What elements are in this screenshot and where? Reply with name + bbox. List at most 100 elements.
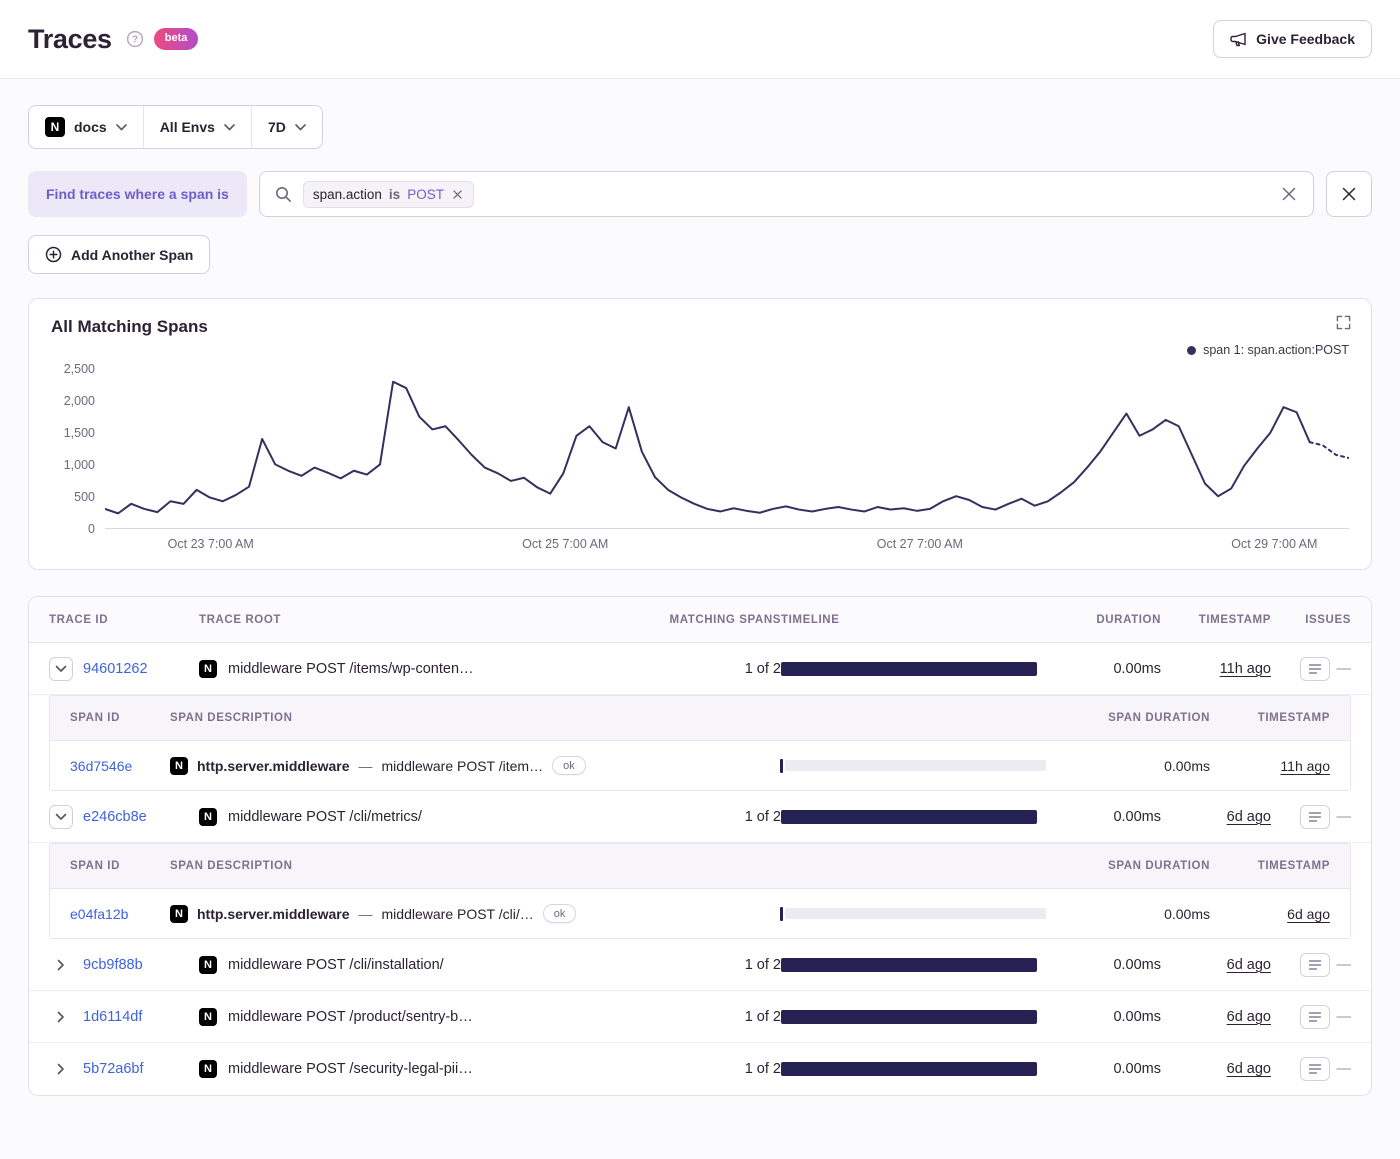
duration-value: 0.00ms bbox=[1113, 660, 1161, 677]
trace-root-text: middleware POST /security-legal-pii… bbox=[228, 1061, 473, 1077]
y-axis: 2,500 2,000 1,500 1,000 500 0 bbox=[63, 362, 95, 536]
duration-value: 0.00ms bbox=[1113, 1008, 1161, 1025]
span-timestamp-value[interactable]: 6d ago bbox=[1287, 906, 1330, 922]
span-duration-value: 0.00ms bbox=[1164, 905, 1210, 922]
chevron-down-icon bbox=[295, 123, 306, 131]
timestamp-value[interactable]: 6d ago bbox=[1227, 1009, 1271, 1025]
sub-col-header-span-id: SPAN ID bbox=[70, 712, 120, 724]
separator-dash: — bbox=[358, 757, 373, 774]
trace-id-link[interactable]: 5b72a6bf bbox=[83, 1061, 143, 1077]
span-status-badge: ok bbox=[542, 904, 577, 923]
chart-title: All Matching Spans bbox=[51, 317, 208, 336]
issues-icon[interactable] bbox=[1299, 1004, 1330, 1029]
table-row[interactable]: e246cb8e N middleware POST /cli/metrics/… bbox=[29, 791, 1371, 843]
issues-count-dash: — bbox=[1336, 1008, 1352, 1025]
token-value: POST bbox=[407, 186, 444, 202]
trace-root-text: middleware POST /product/sentry-b… bbox=[228, 1008, 473, 1025]
span-timestamp-value[interactable]: 11h ago bbox=[1280, 758, 1330, 774]
page-title: Traces bbox=[28, 23, 112, 54]
project-filter-dropdown[interactable]: N docs bbox=[29, 106, 143, 148]
page-content: N docs All Envs 7D Find traces where a s… bbox=[0, 79, 1400, 1136]
project-logo-icon: N bbox=[199, 1007, 217, 1026]
issues-icon[interactable] bbox=[1299, 1057, 1330, 1081]
app-header: Traces ? beta Give Feedback bbox=[0, 0, 1400, 79]
span-id-link[interactable]: 36d7546e bbox=[70, 758, 132, 774]
date-range-dropdown[interactable]: 7D bbox=[250, 106, 322, 148]
project-logo-icon: N bbox=[170, 756, 188, 775]
trace-root-text: middleware POST /cli/metrics/ bbox=[228, 808, 422, 825]
matching-spans-value: 1 of 2 bbox=[744, 1008, 781, 1025]
expand-chevron-button[interactable] bbox=[49, 953, 73, 977]
trace-id-link[interactable]: e246cb8e bbox=[83, 809, 147, 825]
traces-table-panel: TRACE ID TRACE ROOT MATCHING SPANS TIMEL… bbox=[28, 596, 1372, 1096]
give-feedback-button[interactable]: Give Feedback bbox=[1213, 20, 1372, 58]
span-op: http.server.middleware bbox=[197, 905, 350, 922]
sub-col-header-timestamp: TIMESTAMP bbox=[1257, 712, 1330, 724]
timeline-bar[interactable] bbox=[781, 1009, 1037, 1024]
span-subtable: SPAN ID SPAN DESCRIPTION SPAN DURATION T… bbox=[49, 695, 1351, 791]
chevron-down-icon bbox=[224, 123, 235, 131]
chart-legend[interactable]: span 1: span.action:POST bbox=[1187, 343, 1349, 357]
span-op: http.server.middleware bbox=[197, 757, 350, 774]
expand-chevron-button[interactable] bbox=[49, 1005, 73, 1029]
span-subtable-header: SPAN ID SPAN DESCRIPTION SPAN DURATION T… bbox=[50, 844, 1350, 888]
span-timeline-tick bbox=[780, 906, 783, 921]
environment-filter-dropdown[interactable]: All Envs bbox=[142, 106, 251, 148]
span-row[interactable]: e04fa12b N http.server.middleware — midd… bbox=[50, 888, 1350, 938]
date-range-label: 7D bbox=[267, 119, 286, 135]
token-remove-icon[interactable] bbox=[451, 188, 464, 201]
add-another-span-label: Add Another Span bbox=[71, 246, 194, 263]
timestamp-value[interactable]: 6d ago bbox=[1227, 1061, 1271, 1077]
project-logo-icon: N bbox=[170, 904, 188, 923]
table-row[interactable]: 1d6114df N middleware POST /product/sent… bbox=[29, 991, 1371, 1043]
span-search-input[interactable]: span.action is POST bbox=[258, 171, 1314, 217]
col-header-trace-id: TRACE ID bbox=[49, 613, 109, 626]
timeline-bar[interactable] bbox=[781, 809, 1037, 824]
expand-chevron-button[interactable] bbox=[49, 656, 73, 681]
col-header-issues: ISSUES bbox=[1305, 613, 1351, 626]
trace-table-body: 94601262 N middleware POST /items/wp-con… bbox=[29, 643, 1371, 1095]
col-header-timestamp: TIMESTAMP bbox=[1198, 613, 1271, 626]
add-another-span-button[interactable]: Add Another Span bbox=[28, 235, 211, 274]
issues-count-dash: — bbox=[1336, 956, 1352, 973]
search-icon bbox=[275, 186, 292, 203]
chart-plot[interactable] bbox=[105, 369, 1349, 529]
project-logo-icon: N bbox=[199, 1060, 217, 1078]
project-logo-icon: N bbox=[199, 955, 217, 974]
chart-line bbox=[105, 369, 1349, 528]
search-clear-icon[interactable] bbox=[1280, 185, 1298, 203]
trace-id-link[interactable]: 9cb9f88b bbox=[83, 957, 143, 973]
timeline-bar[interactable] bbox=[781, 957, 1037, 972]
remove-span-filter-button[interactable] bbox=[1326, 171, 1372, 217]
expand-chevron-button[interactable] bbox=[49, 1057, 73, 1081]
table-row[interactable]: 9cb9f88b N middleware POST /cli/installa… bbox=[29, 939, 1371, 991]
sub-col-header-span-description: SPAN DESCRIPTION bbox=[170, 712, 293, 724]
fullscreen-icon[interactable] bbox=[1332, 311, 1355, 334]
issues-icon[interactable] bbox=[1299, 804, 1330, 829]
sub-col-header-span-duration: SPAN DURATION bbox=[1108, 860, 1210, 872]
span-timeline-track bbox=[785, 760, 1046, 771]
expand-chevron-button[interactable] bbox=[49, 804, 73, 829]
project-logo-icon: N bbox=[199, 807, 217, 826]
span-row[interactable]: 36d7546e N http.server.middleware — midd… bbox=[50, 740, 1350, 790]
timestamp-value[interactable]: 11h ago bbox=[1220, 661, 1271, 677]
trace-root-text: middleware POST /cli/installation/ bbox=[228, 956, 444, 973]
timestamp-value[interactable]: 6d ago bbox=[1227, 809, 1271, 825]
trace-id-link[interactable]: 94601262 bbox=[83, 661, 148, 677]
beta-badge: beta bbox=[153, 28, 199, 50]
span-status-badge: ok bbox=[552, 756, 586, 775]
table-row[interactable]: 5b72a6bf N middleware POST /security-leg… bbox=[29, 1043, 1371, 1095]
matching-spans-value: 1 of 2 bbox=[744, 660, 781, 677]
page-filter-bar: N docs All Envs 7D bbox=[28, 105, 323, 149]
timeline-bar[interactable] bbox=[781, 661, 1037, 676]
span-id-link[interactable]: e04fa12b bbox=[70, 906, 128, 922]
matching-spans-value: 1 of 2 bbox=[744, 1061, 781, 1077]
trace-id-link[interactable]: 1d6114df bbox=[83, 1009, 142, 1025]
search-filter-token[interactable]: span.action is POST bbox=[302, 180, 474, 208]
timeline-bar[interactable] bbox=[781, 1062, 1037, 1076]
timestamp-value[interactable]: 6d ago bbox=[1227, 957, 1271, 973]
issues-icon[interactable] bbox=[1299, 952, 1330, 977]
issues-icon[interactable] bbox=[1299, 656, 1330, 681]
table-row[interactable]: 94601262 N middleware POST /items/wp-con… bbox=[29, 643, 1371, 695]
help-icon[interactable]: ? bbox=[126, 30, 144, 48]
